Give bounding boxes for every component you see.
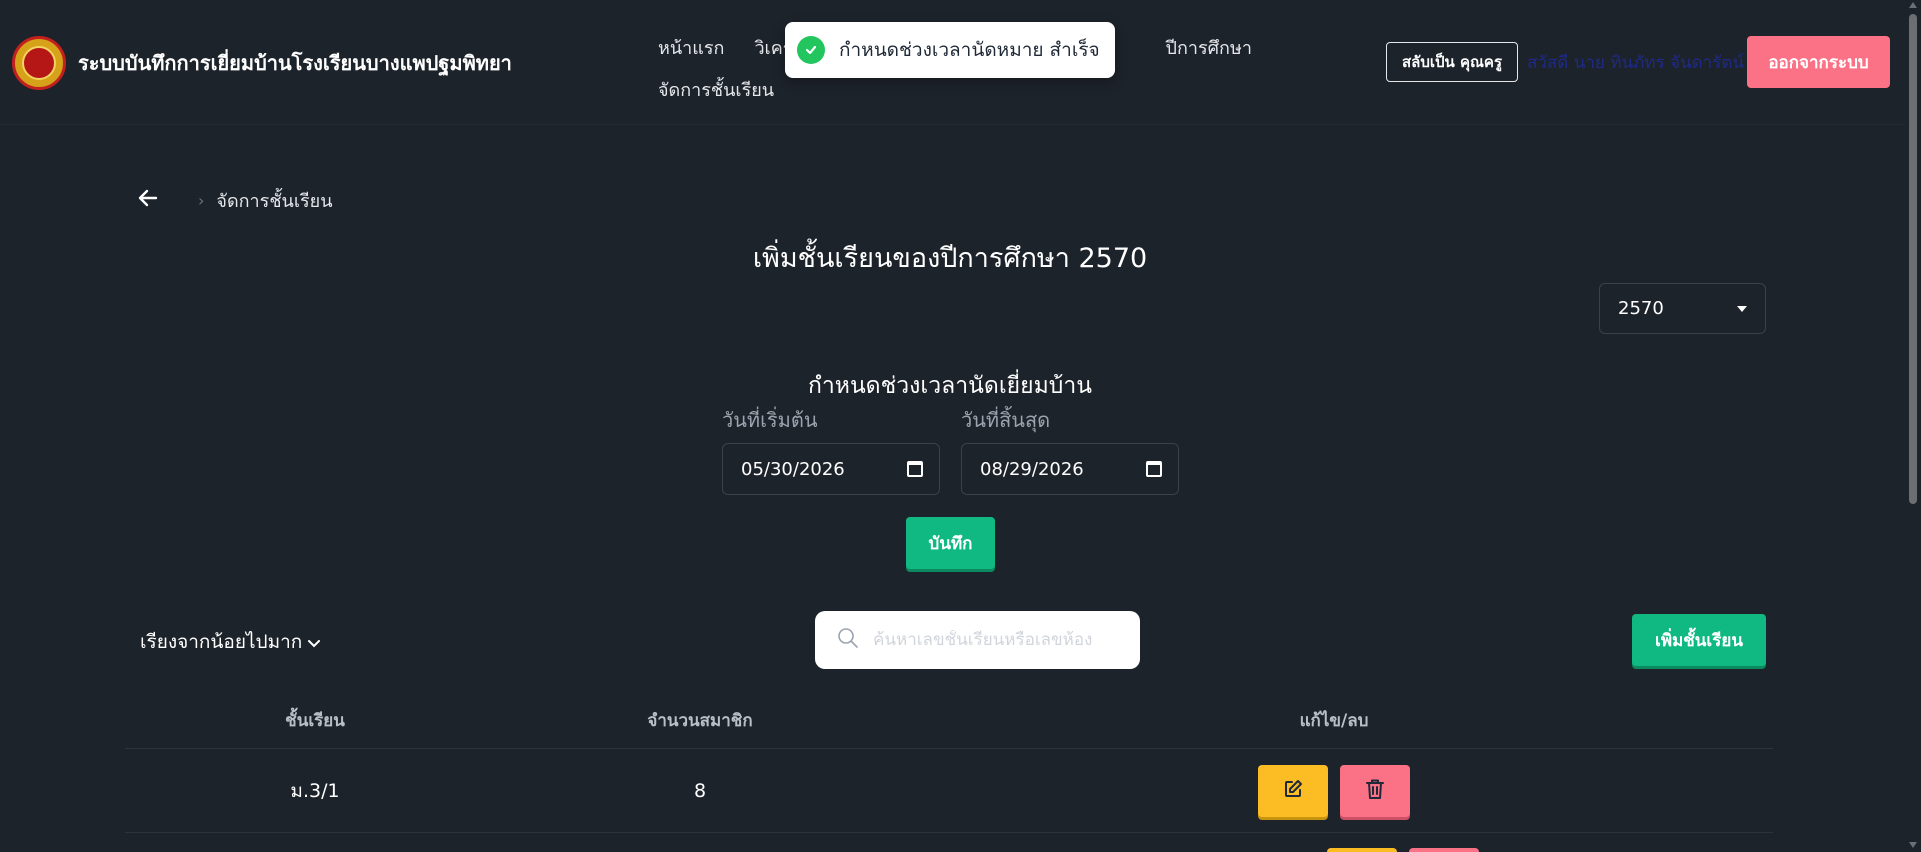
- caret-down-icon: [1737, 305, 1747, 312]
- members-cell: 8: [693, 779, 707, 802]
- sort-label: เรียงจากน้อยไปมาก: [140, 631, 303, 653]
- search-box: [815, 611, 1140, 669]
- start-date-input[interactable]: 05/30/2026: [722, 443, 940, 495]
- sort-dropdown[interactable]: เรียงจากน้อยไปมาก: [140, 627, 321, 657]
- trash-icon: [1365, 778, 1385, 803]
- check-circle-icon: [797, 36, 825, 64]
- schedule-title: กำหนดช่วงเวลานัดเยี่ยมบ้าน: [807, 373, 1093, 399]
- start-date-value: 05/30/2026: [741, 458, 845, 480]
- user-greeting: สวัสดี นาย ทินภัทร จันดารัตน์: [1527, 53, 1745, 73]
- page-scrollbar[interactable]: [1905, 0, 1921, 852]
- nav-academic-year[interactable]: ปีการศึกษา: [1166, 33, 1252, 62]
- header-members: จำนวนสมาชิก: [647, 711, 753, 731]
- chevron-down-icon: [308, 631, 321, 653]
- table-row: ม.3/1 8: [125, 749, 1773, 833]
- save-button[interactable]: บันทึก: [906, 517, 995, 569]
- app-title: ระบบบันทึกการเยี่ยมบ้านโรงเรียนบางแพปฐมพ…: [78, 51, 512, 75]
- scroll-down-icon[interactable]: [1909, 842, 1917, 848]
- nav-manage-classes[interactable]: จัดการชั้นเรียน: [658, 75, 774, 104]
- breadcrumb: › จัดการชั้นเรียน: [138, 186, 333, 215]
- end-date-value: 08/29/2026: [980, 458, 1084, 480]
- end-date-input[interactable]: 08/29/2026: [961, 443, 1179, 495]
- add-class-button[interactable]: เพิ่มชั้นเรียน: [1632, 614, 1766, 666]
- nav-home[interactable]: หน้าแรก: [658, 33, 724, 62]
- chevron-right-icon: ›: [198, 191, 205, 210]
- breadcrumb-current[interactable]: จัดการชั้นเรียน: [216, 186, 332, 215]
- start-date-label: วันที่เริ่มต้น: [722, 408, 818, 432]
- page-title: เพิ่มชั้นเรียนของปีการศึกษา 2570: [752, 243, 1148, 274]
- header-class: ชั้นเรียน: [285, 711, 345, 731]
- scroll-up-icon[interactable]: [1909, 2, 1917, 8]
- school-logo: [12, 36, 66, 90]
- end-date-label: วันที่สิ้นสุด: [961, 408, 1051, 432]
- edit-icon: [1283, 779, 1303, 802]
- success-toast: กำหนดช่วงเวลานัดหมาย สำเร็จ: [785, 22, 1115, 78]
- year-select[interactable]: 2570: [1599, 283, 1766, 334]
- class-name-cell: ม.3/1: [290, 779, 340, 802]
- next-row-actions: [1327, 848, 1479, 852]
- back-arrow-icon[interactable]: [138, 189, 158, 212]
- class-table: ชั้นเรียน จำนวนสมาชิก แก้ไข/ลบ ม.3/1 8: [125, 693, 1773, 833]
- actions-cell: [895, 764, 1773, 817]
- table-header: ชั้นเรียน จำนวนสมาชิก แก้ไข/ลบ: [125, 693, 1773, 749]
- scrollbar-thumb[interactable]: [1909, 14, 1917, 504]
- year-select-value: 2570: [1618, 298, 1664, 319]
- switch-role-button[interactable]: สลับเป็น คุณครู: [1386, 42, 1518, 82]
- header-actions: แก้ไข/ลบ: [1299, 711, 1369, 731]
- logout-button[interactable]: ออกจากระบบ: [1747, 36, 1890, 88]
- calendar-icon[interactable]: [907, 461, 923, 477]
- search-input[interactable]: [873, 630, 1128, 650]
- search-icon: [837, 627, 859, 653]
- calendar-icon[interactable]: [1146, 461, 1162, 477]
- delete-button[interactable]: [1340, 764, 1410, 817]
- edit-button[interactable]: [1258, 764, 1328, 817]
- brand[interactable]: ระบบบันทึกการเยี่ยมบ้านโรงเรียนบางแพปฐมพ…: [12, 36, 512, 90]
- toast-message: กำหนดช่วงเวลานัดหมาย สำเร็จ: [839, 39, 1100, 61]
